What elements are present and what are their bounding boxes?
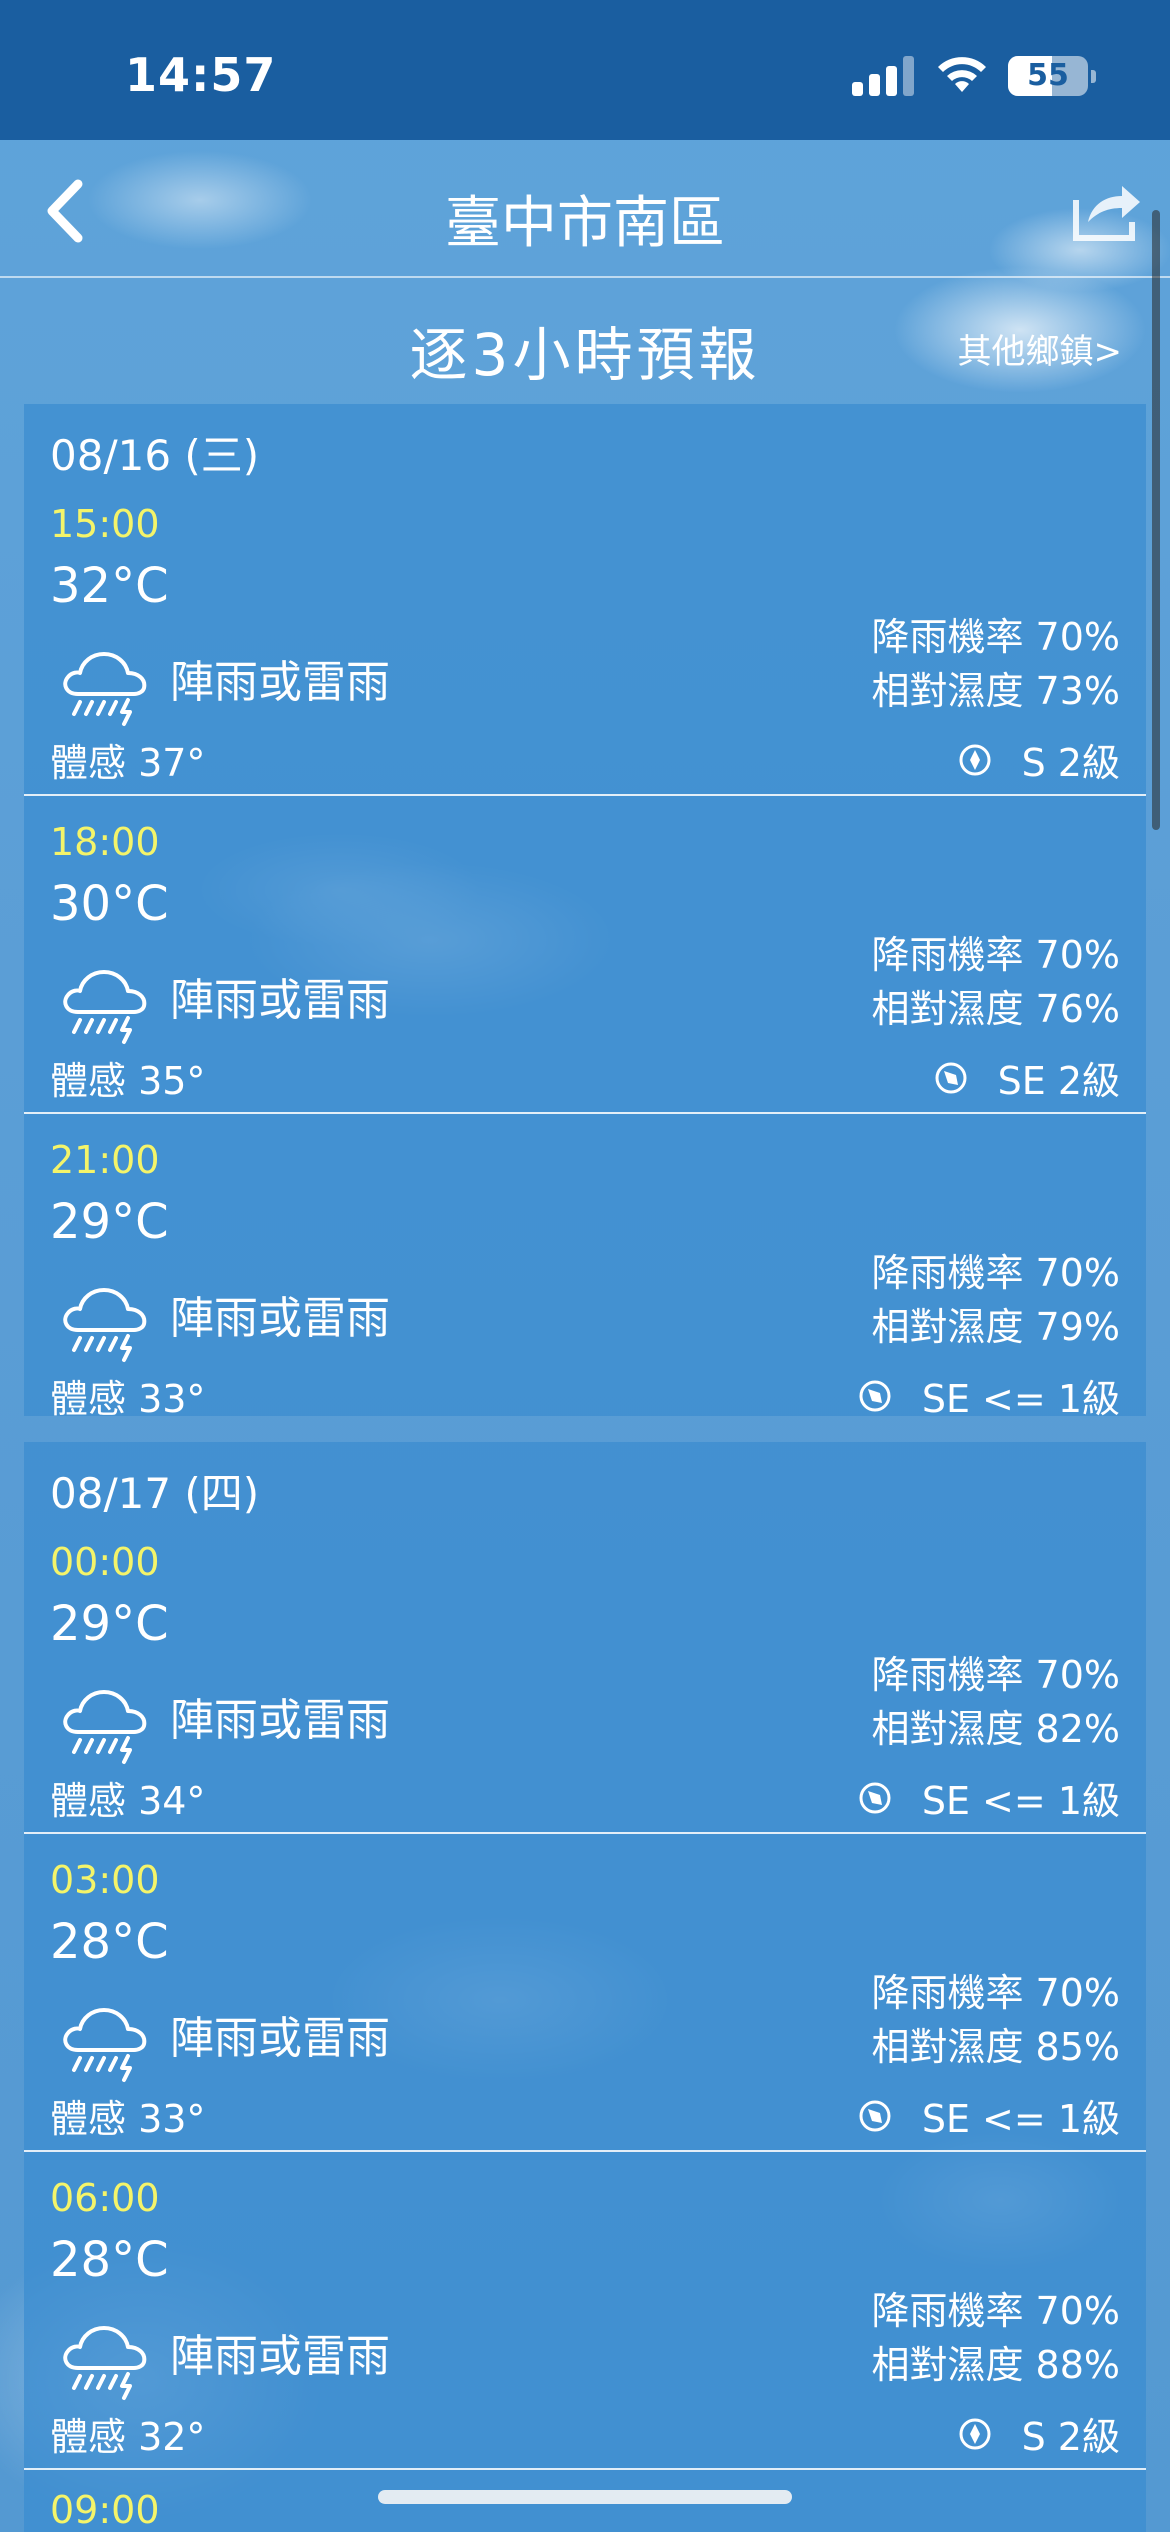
slot-time: 03:00	[50, 1858, 160, 1902]
slot-weather-desc: 陣雨或雷雨	[170, 1695, 390, 1746]
wind-direction-s-icon	[958, 743, 992, 777]
forecast-slot: 06:00 28°C 陣雨或雷雨 體感 32° 降雨機率 70% 相對濕度 88…	[24, 2152, 1146, 2470]
slot-humidity: 相對濕度 73%	[871, 669, 1120, 713]
slot-temperature: 32°C	[50, 558, 169, 614]
slot-humidity: 相對濕度 85%	[871, 2025, 1120, 2069]
rain-thunder-icon	[58, 1274, 150, 1364]
page-title: 臺中市南區	[445, 191, 725, 256]
slot-weather-desc: 陣雨或雷雨	[170, 2013, 390, 2064]
status-time: 14:57	[125, 48, 277, 102]
slot-time: 00:00	[50, 1540, 160, 1584]
day-date: 08/17 (四)	[50, 1469, 260, 1518]
rain-thunder-icon	[58, 1994, 150, 2084]
slot-wind: SE <= 1級	[858, 1770, 1120, 1825]
share-icon[interactable]	[1070, 176, 1146, 244]
slot-feels-like: 體感 33°	[50, 1377, 206, 1421]
slot-wind-text: S 2級	[1021, 2415, 1120, 2459]
slot-humidity: 相對濕度 82%	[871, 1707, 1120, 1751]
slot-wind-text: S 2級	[1021, 741, 1120, 785]
rain-thunder-icon	[58, 638, 150, 728]
slot-time: 18:00	[50, 820, 160, 864]
slot-temperature: 28°C	[50, 2232, 169, 2288]
day-card: 08/16 (三) 15:00 32°C 陣雨或雷雨 體感 37° 降雨機率 7…	[24, 404, 1146, 1421]
slot-rain-probability: 降雨機率 70%	[871, 933, 1120, 977]
slot-wind-text: SE 2級	[997, 1059, 1120, 1103]
slot-rain-probability: 降雨機率 70%	[871, 1653, 1120, 1697]
slot-rain-probability: 降雨機率 70%	[871, 1251, 1120, 1295]
slot-wind-text: SE <= 1級	[921, 1377, 1120, 1421]
battery-icon: 55	[1008, 56, 1096, 96]
forecast-slot: 00:00 29°C 陣雨或雷雨 體感 34° 降雨機率 70% 相對濕度 82…	[24, 1516, 1146, 1834]
slot-wind: SE <= 1級	[858, 1368, 1120, 1423]
slot-wind: S 2級	[958, 2406, 1120, 2461]
other-towns-link[interactable]: 其他鄉鎮>	[958, 324, 1123, 373]
rain-thunder-icon	[58, 956, 150, 1046]
slot-time: 21:00	[50, 1138, 160, 1182]
slot-weather-desc: 陣雨或雷雨	[170, 975, 390, 1026]
day-date: 08/16 (三)	[50, 431, 260, 480]
slot-weather-desc: 陣雨或雷雨	[170, 1293, 390, 1344]
cellular-signal-icon	[852, 56, 914, 96]
slot-weather-desc: 陣雨或雷雨	[170, 657, 390, 708]
wind-direction-se-icon	[858, 1781, 892, 1815]
slot-humidity: 相對濕度 76%	[871, 987, 1120, 1031]
rain-thunder-icon	[58, 1676, 150, 1766]
slot-wind: SE <= 1級	[858, 2088, 1120, 2143]
nav-bar: 臺中市南區	[0, 140, 1170, 278]
forecast-header: 逐3小時預報 其他鄉鎮>	[0, 280, 1170, 400]
wind-direction-s-icon	[958, 2417, 992, 2451]
slot-wind-text: SE <= 1級	[921, 2097, 1120, 2141]
slot-rain-probability: 降雨機率 70%	[871, 615, 1120, 659]
slot-rain-probability: 降雨機率 70%	[871, 2289, 1120, 2333]
forecast-slot: 18:00 30°C 陣雨或雷雨 體感 35° 降雨機率 70% 相對濕度 76…	[24, 796, 1146, 1114]
slot-time: 09:00	[50, 2488, 160, 2532]
forecast-slot: 15:00 32°C 陣雨或雷雨 體感 37° 降雨機率 70% 相對濕度 73…	[24, 478, 1146, 796]
slot-rain-probability: 降雨機率 70%	[871, 1971, 1120, 2015]
slot-humidity: 相對濕度 79%	[871, 1305, 1120, 1349]
wind-direction-se-icon	[858, 2099, 892, 2133]
slot-time: 15:00	[50, 502, 160, 546]
wifi-icon	[938, 57, 986, 92]
slot-temperature: 28°C	[50, 1914, 169, 1970]
wind-direction-se-icon	[934, 1061, 968, 1095]
slot-feels-like: 體感 37°	[50, 741, 206, 785]
forecast-slot: 21:00 29°C 陣雨或雷雨 體感 33° 降雨機率 70% 相對濕度 79…	[24, 1114, 1146, 1432]
battery-level: 55	[1027, 58, 1069, 93]
slot-time: 06:00	[50, 2176, 160, 2220]
forecast-slot: 03:00 28°C 陣雨或雷雨 體感 33° 降雨機率 70% 相對濕度 85…	[24, 1834, 1146, 2152]
slot-feels-like: 體感 32°	[50, 2415, 206, 2459]
slot-humidity: 相對濕度 88%	[871, 2343, 1120, 2387]
slot-wind: S 2級	[958, 732, 1120, 787]
scrollbar[interactable]	[1152, 210, 1160, 830]
wind-direction-se-icon	[858, 1379, 892, 1413]
status-bar: 14:57 55	[0, 0, 1170, 140]
slot-temperature: 30°C	[50, 876, 169, 932]
slot-temperature: 29°C	[50, 1596, 169, 1652]
slot-feels-like: 體感 35°	[50, 1059, 206, 1103]
slot-wind-text: SE <= 1級	[921, 1779, 1120, 1823]
slot-temperature: 29°C	[50, 1194, 169, 1250]
home-indicator[interactable]	[378, 2490, 792, 2504]
slot-feels-like: 體感 33°	[50, 2097, 206, 2141]
rain-thunder-icon	[58, 2312, 150, 2402]
slot-weather-desc: 陣雨或雷雨	[170, 2331, 390, 2382]
day-card: 08/17 (四) 00:00 29°C 陣雨或雷雨 體感 34° 降雨機率 7…	[24, 1442, 1146, 2532]
slot-feels-like: 體感 34°	[50, 1779, 206, 1823]
slot-wind: SE 2級	[934, 1050, 1120, 1105]
